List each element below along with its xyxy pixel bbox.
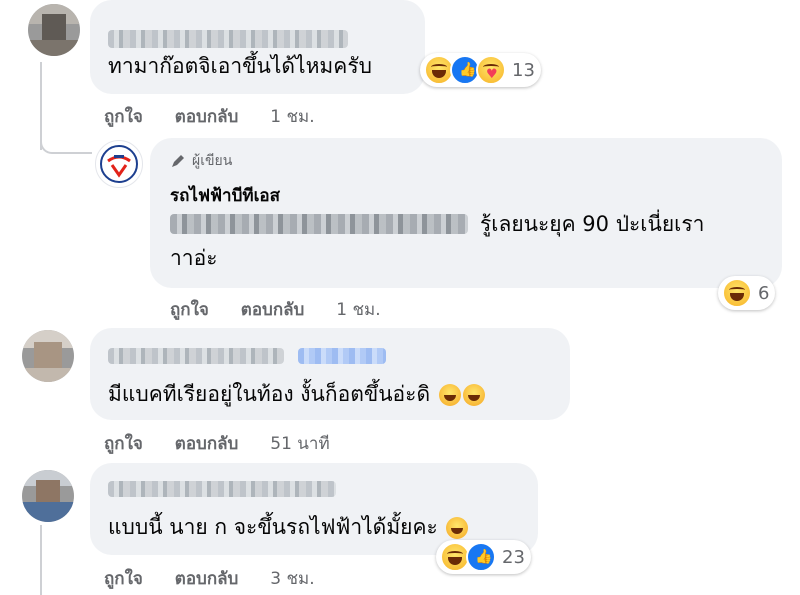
reaction-count: 13	[512, 59, 535, 81]
bts-logo-icon	[100, 145, 138, 183]
comment-text: มีแบคทีเรียอยู่ในท้อง งั้นก็อตขึ้นอ่ะดิ	[108, 380, 485, 408]
comment-bubble: ทามาก๊อตจิเอาขึ้นได้ไหมครับ	[90, 0, 425, 94]
timestamp[interactable]: 1 ชม.	[270, 107, 314, 127]
care-icon: ♥	[476, 55, 506, 85]
reaction-count: 23	[502, 546, 525, 568]
thread-connector	[40, 130, 92, 154]
comment-text: ทามาก๊อตจิเอาขึ้นได้ไหมครับ	[108, 54, 372, 78]
reply-link[interactable]: ตอบกลับ	[175, 569, 239, 589]
comment-actions: ถูกใจ ตอบกลับ 1 ชม.	[104, 103, 341, 130]
author-badge: ผู้เขียน	[170, 150, 232, 172]
tagged-name-blurred[interactable]	[170, 214, 468, 234]
thread-line	[40, 525, 42, 595]
author-badge-label: ผู้เขียน	[192, 153, 233, 169]
timestamp[interactable]: 3 ชม.	[270, 569, 314, 589]
author-name-blurred[interactable]	[108, 348, 284, 364]
like-link[interactable]: ถูกใจ	[104, 434, 143, 454]
haha-icon	[722, 278, 752, 308]
avatar[interactable]	[22, 470, 74, 522]
reply-bubble: ผู้เขียน รถไฟฟ้าบีทีเอส รู้เลยนะยุค 90 ป…	[150, 138, 782, 288]
reply-actions: ถูกใจ ตอบกลับ 1 ชม.	[170, 296, 407, 323]
yawn-icon	[446, 517, 469, 539]
pen-icon	[172, 155, 184, 167]
rofl-icon	[462, 384, 485, 406]
timestamp[interactable]: 51 นาที	[270, 434, 329, 454]
like-icon: 👍	[466, 542, 496, 572]
page-avatar[interactable]	[95, 140, 143, 188]
comment-actions: ถูกใจ ตอบกลับ 3 ชม.	[104, 565, 341, 592]
reaction-summary[interactable]: 6	[718, 276, 776, 310]
reaction-summary[interactable]: 👍 23	[436, 540, 531, 574]
comment-actions: ถูกใจ ตอบกลับ 51 นาที	[104, 430, 356, 457]
author-name[interactable]: รถไฟฟ้าบีทีเอส	[170, 182, 280, 209]
comment-text-content: มีแบคทีเรียอยู่ในท้อง งั้นก็อตขึ้นอ่ะดิ	[108, 382, 431, 406]
like-link[interactable]: ถูกใจ	[104, 107, 143, 127]
reply-link[interactable]: ตอบกลับ	[175, 434, 239, 454]
author-name-blurred[interactable]	[108, 30, 348, 48]
reply-text-line2: าาอ่ะ	[170, 246, 218, 270]
comment-text-content: แบบนี้ นาย ก จะขึ้นรถไฟฟ้าได้มั้ยคะ	[108, 515, 438, 539]
comment-text: แบบนี้ นาย ก จะขึ้นรถไฟฟ้าได้มั้ยคะ	[108, 513, 469, 541]
avatar[interactable]	[22, 330, 74, 382]
reaction-summary[interactable]: 👍 ♥ 13	[420, 53, 541, 87]
like-link[interactable]: ถูกใจ	[104, 569, 143, 589]
like-link[interactable]: ถูกใจ	[170, 300, 209, 320]
reply-link[interactable]: ตอบกลับ	[241, 300, 305, 320]
comment-bubble: มีแบคทีเรียอยู่ในท้อง งั้นก็อตขึ้นอ่ะดิ	[90, 328, 570, 420]
reply-link[interactable]: ตอบกลับ	[175, 107, 239, 127]
tag-blurred[interactable]	[298, 348, 386, 364]
reply-text-line1: รู้เลยนะยุค 90 ป่ะเนี่ยเรา	[480, 212, 705, 236]
reaction-count: 6	[758, 282, 770, 304]
rofl-icon	[438, 384, 461, 406]
author-name-blurred[interactable]	[108, 481, 336, 497]
avatar[interactable]	[28, 4, 80, 56]
timestamp[interactable]: 1 ชม.	[336, 300, 380, 320]
